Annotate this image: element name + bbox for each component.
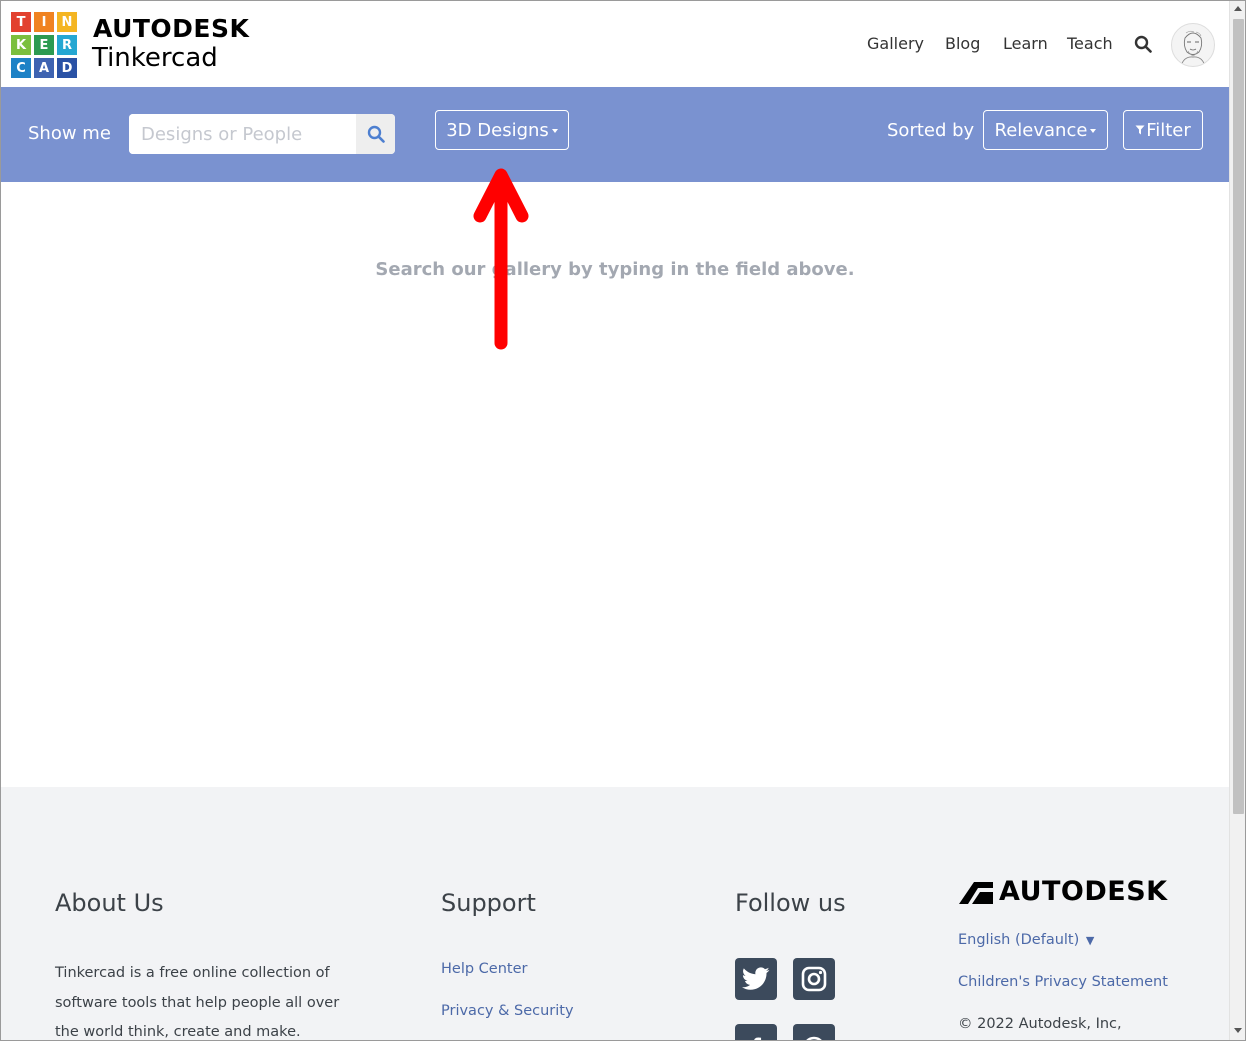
search-field-wrap bbox=[129, 114, 395, 154]
sort-dropdown[interactable]: Relevance bbox=[983, 110, 1108, 150]
twitter-icon[interactable] bbox=[735, 958, 777, 1000]
brand-autodesk[interactable]: AUTODESK bbox=[93, 14, 249, 43]
empty-search-message: Search our gallery by typing in the fiel… bbox=[375, 259, 855, 280]
autodesk-wordmark[interactable]: AUTODESK bbox=[999, 876, 1168, 907]
nav-gallery[interactable]: Gallery bbox=[867, 34, 924, 53]
red-arrow-annotation bbox=[473, 168, 529, 350]
logo-cell: C bbox=[11, 58, 31, 78]
search-input[interactable] bbox=[129, 114, 351, 154]
pinterest-glyph bbox=[806, 1036, 822, 1040]
pinterest-icon[interactable] bbox=[793, 1024, 835, 1040]
triangle-down-icon: ▼ bbox=[1085, 934, 1095, 947]
brand-tinkercad[interactable]: Tinkercad bbox=[92, 43, 218, 73]
logo-cell: R bbox=[57, 35, 77, 55]
about-text: Tinkercad is a free online collection of… bbox=[55, 965, 340, 1040]
nav-teach[interactable]: Teach bbox=[1067, 34, 1113, 53]
logo-cell: E bbox=[34, 35, 54, 55]
support-heading: Support bbox=[441, 889, 536, 917]
show-me-label: Show me bbox=[28, 123, 111, 144]
scroll-down-icon[interactable] bbox=[1234, 1028, 1242, 1033]
scroll-up-icon[interactable] bbox=[1234, 6, 1242, 11]
language-selector[interactable]: English (Default) ▼ bbox=[958, 932, 1094, 948]
search-submit-button[interactable] bbox=[356, 114, 395, 154]
instagram-icon[interactable] bbox=[793, 958, 835, 1000]
filter-button[interactable]: Filter bbox=[1123, 110, 1203, 150]
sorted-by-label: Sorted by bbox=[887, 120, 975, 141]
logo-cell: K bbox=[11, 35, 31, 55]
design-type-dropdown[interactable]: 3D Designs bbox=[435, 110, 569, 150]
logo-cell: T bbox=[11, 12, 31, 32]
caret-down-icon bbox=[1090, 129, 1097, 133]
tinkercad-logo[interactable]: TIN KER CAD bbox=[11, 12, 77, 78]
logo-cell: N bbox=[57, 12, 77, 32]
search-icon[interactable] bbox=[1134, 35, 1152, 53]
vertical-scrollbar[interactable] bbox=[1229, 1, 1245, 1040]
filter-icon bbox=[1135, 125, 1145, 135]
nav-blog[interactable]: Blog bbox=[945, 34, 980, 53]
sort-label: Relevance bbox=[994, 119, 1088, 141]
nav-learn[interactable]: Learn bbox=[1003, 34, 1048, 53]
copyright-text: © 2022 Autodesk, Inc, bbox=[958, 1016, 1122, 1032]
facebook-glyph: f bbox=[751, 1033, 761, 1040]
logo-cell: A bbox=[34, 58, 54, 78]
avatar-sketch-icon bbox=[1180, 30, 1206, 66]
autodesk-logo-mark[interactable] bbox=[958, 881, 994, 905]
language-label: English (Default) bbox=[958, 932, 1080, 948]
facebook-icon[interactable]: f bbox=[735, 1024, 777, 1040]
logo-cell: D bbox=[57, 58, 77, 78]
filter-label: Filter bbox=[1146, 119, 1191, 141]
about-heading: About Us bbox=[55, 889, 164, 917]
scrollbar-thumb[interactable] bbox=[1233, 19, 1244, 814]
logo-cell: I bbox=[34, 12, 54, 32]
follow-heading: Follow us bbox=[735, 889, 846, 917]
top-header: TIN KER CAD AUTODESK Tinkercad Gallery Blo… bbox=[1, 1, 1229, 87]
caret-down-icon bbox=[551, 129, 558, 133]
design-type-label: 3D Designs bbox=[446, 119, 549, 141]
help-center-link[interactable]: Help Center bbox=[441, 961, 527, 977]
instagram-glyph bbox=[801, 966, 827, 992]
children-privacy-link[interactable]: Children's Privacy Statement bbox=[958, 974, 1168, 990]
user-avatar[interactable] bbox=[1171, 23, 1215, 67]
twitter-bird-glyph bbox=[742, 967, 770, 990]
search-icon bbox=[367, 125, 385, 143]
browser-page: TIN KER CAD AUTODESK Tinkercad Gallery Blo… bbox=[0, 0, 1246, 1041]
privacy-security-link[interactable]: Privacy & Security bbox=[441, 1003, 574, 1019]
